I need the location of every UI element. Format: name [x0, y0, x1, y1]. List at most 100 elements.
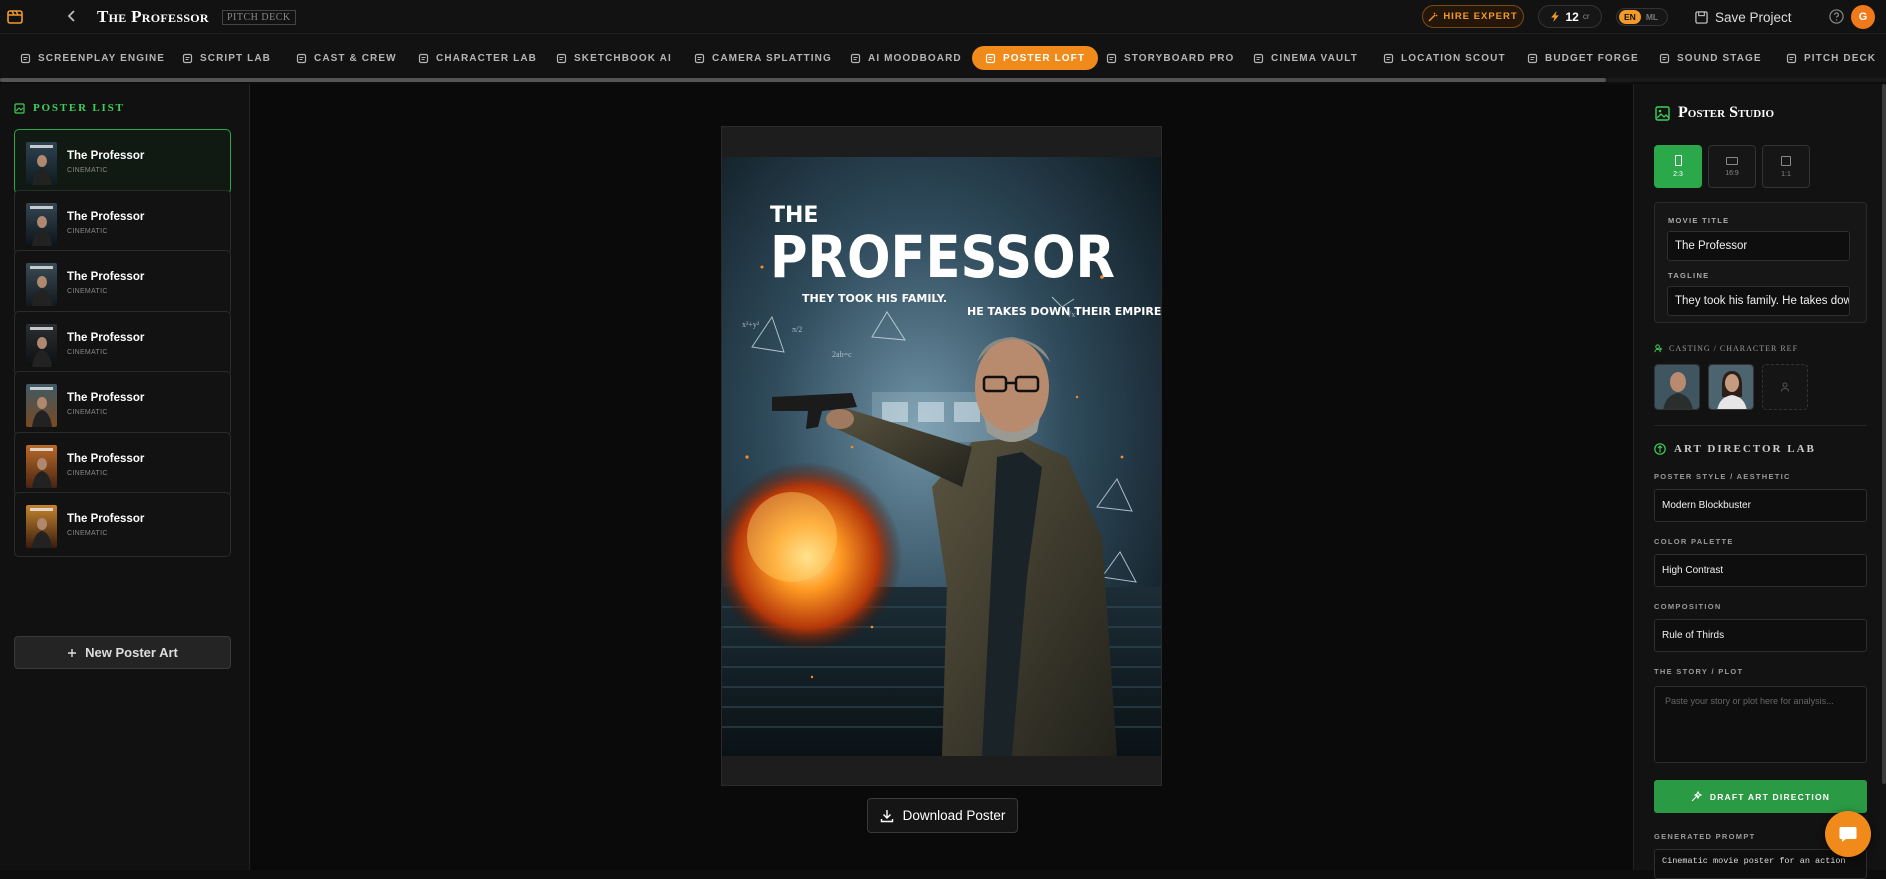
portrait-icon [1674, 155, 1682, 166]
story-plot-textarea[interactable]: Paste your story or plot here for analys… [1654, 686, 1867, 763]
nav-budget-forge[interactable]: BUDGET FORGE [1527, 46, 1639, 70]
poster-list-title: POSTER LIST [33, 102, 125, 114]
back-arrow-icon[interactable] [64, 8, 80, 24]
nav-storyboard-pro[interactable]: STORYBOARD PRO [1106, 46, 1234, 70]
lang-ml[interactable]: ML [1646, 12, 1658, 22]
poster-studio-title: Poster Studio [1678, 104, 1775, 121]
poster-canvas-area: x²+y²2ab=c √x∫f(x)π/2 THE [250, 84, 1633, 870]
language-toggle[interactable]: EN ML [1616, 8, 1668, 26]
poster-list-heading: POSTER LIST [14, 102, 125, 114]
new-poster-button[interactable]: New Poster Art [14, 636, 231, 669]
story-plot-label: THE STORY / PLOT [1654, 667, 1744, 676]
avatar-initial: G [1858, 11, 1868, 23]
pencil-icon [556, 53, 567, 63]
module-nav: SCREENPLAY ENGINE SCRIPT LAB CAST & CREW CH… [0, 34, 1886, 80]
download-poster-label: Download Poster [902, 808, 1006, 823]
cast-ref-add[interactable] [1762, 364, 1808, 410]
poster-style-select[interactable]: Modern Blockbuster [1654, 489, 1867, 522]
user-avatar[interactable]: G [1851, 5, 1875, 29]
hire-expert-label: HIRE EXPERT [1443, 11, 1518, 22]
poster-list-item[interactable]: The Professor CINEMATIC [14, 431, 231, 497]
poster-item-style: CINEMATIC [67, 530, 108, 537]
nav-sketchbook-ai[interactable]: SKETCHBOOK AI [556, 46, 672, 70]
poster-list-item[interactable]: The Professor CINEMATIC [14, 492, 231, 557]
nav-cinema-vault[interactable]: CINEMA VAULT [1253, 46, 1358, 70]
color-palette-select[interactable]: High Contrast [1654, 554, 1867, 587]
poster-list-item[interactable]: The Professor CINEMATIC [14, 371, 231, 436]
lang-en[interactable]: EN [1619, 10, 1641, 24]
hire-expert-button[interactable]: HIRE EXPERT [1422, 5, 1524, 28]
divider [1654, 425, 1867, 426]
nav-label: CHARACTER LAB [436, 52, 537, 64]
download-poster-button[interactable]: Download Poster [867, 798, 1018, 833]
nav-location-scout[interactable]: LOCATION SCOUT [1383, 46, 1506, 70]
pin-icon [1383, 53, 1394, 63]
nav-label: SCREENPLAY ENGINE [38, 52, 166, 64]
casting-heading: CASTING / CHARACTER REF [1654, 344, 1798, 353]
image-icon [1655, 105, 1670, 121]
wand-icon [1428, 12, 1438, 21]
film-icon [1106, 53, 1117, 63]
poster-tagline-left: THEY TOOK HIS FAMILY. [802, 292, 947, 305]
nav-pitch-deck[interactable]: PITCH DECK [1786, 46, 1876, 70]
color-palette-label: COLOR PALETTE [1654, 537, 1734, 546]
nav-cast-crew[interactable]: CAST & CREW [296, 46, 397, 70]
credits-count: 12 [1565, 9, 1579, 24]
poster-list-item[interactable]: The Professor CINEMATIC [14, 129, 231, 194]
studio-scrollbar[interactable] [1881, 84, 1886, 870]
poster-item-title: The Professor [67, 452, 145, 465]
poster-tagline-right: HE TAKES DOWN THEIR EMPIRE. [967, 305, 1161, 318]
credits-badge[interactable]: 12 cr [1538, 5, 1602, 28]
composition-label: COMPOSITION [1654, 602, 1722, 611]
poster-list-item[interactable]: The Professor CINEMATIC [14, 189, 231, 255]
nav-sound-stage[interactable]: SOUND STAGE [1659, 46, 1762, 70]
user-add-icon [1654, 344, 1663, 353]
tagline-input[interactable]: They took his family. He takes down thei… [1667, 286, 1850, 316]
cube-icon [1253, 53, 1264, 63]
nav-label: STORYBOARD PRO [1124, 52, 1235, 64]
draft-art-direction-button[interactable]: DRAFT ART DIRECTION [1654, 780, 1867, 813]
nav-character-lab[interactable]: CHARACTER LAB [418, 46, 537, 70]
poster-list-item[interactable]: The Professor CINEMATIC [14, 250, 231, 315]
nav-camera-splatting[interactable]: CAMERA SPLATTING [694, 46, 832, 70]
nav-script-lab[interactable]: SCRIPT LAB [182, 46, 271, 70]
poster-list-item[interactable]: The Professor CINEMATIC [14, 310, 231, 376]
poster-item-style: CINEMATIC [67, 348, 108, 356]
nav-scrollbar[interactable] [0, 78, 1886, 82]
ratio-1-1-button[interactable]: 1:1 [1762, 145, 1810, 188]
poster-studio-heading: Poster Studio [1655, 104, 1774, 122]
save-project-button[interactable]: Save Project [1695, 7, 1792, 27]
ratio-1-1-label: 1:1 [1781, 170, 1791, 178]
help-icon[interactable] [1829, 9, 1844, 24]
save-project-label: Save Project [1715, 9, 1792, 25]
poster-item-title: The Professor [67, 150, 145, 162]
cast-ref-1[interactable] [1654, 364, 1700, 410]
chat-icon [1839, 827, 1857, 842]
nav-label: SKETCHBOOK AI [574, 52, 672, 64]
poster-image[interactable]: x²+y²2ab=c √x∫f(x)π/2 THE [722, 157, 1161, 756]
nav-label: SOUND STAGE [1677, 52, 1762, 64]
nav-poster-loft[interactable]: POSTER LOFT [972, 46, 1099, 70]
ratio-16-9-label: 16:9 [1725, 169, 1739, 177]
svg-text:x²+y²: x²+y² [742, 320, 760, 329]
chat-button[interactable] [1825, 811, 1871, 857]
ratio-16-9-button[interactable]: 16:9 [1708, 145, 1756, 188]
poster-item-style: CINEMATIC [67, 288, 108, 295]
nav-screenplay-engine[interactable]: SCREENPLAY ENGINE [20, 46, 165, 70]
ratio-2-3-button[interactable]: 2:3 [1654, 145, 1702, 188]
nav-scrollbar-thumb[interactable] [0, 78, 1606, 82]
poster-thumbnail [26, 202, 57, 246]
studio-scrollbar-thumb[interactable] [1882, 84, 1886, 784]
nav-ai-moodboard[interactable]: AI MOODBOARD [850, 46, 962, 70]
draft-art-direction-label: DRAFT ART DIRECTION [1709, 791, 1831, 802]
top-bar: The Professor PITCH DECK HIRE EXPERT 12 … [0, 0, 1886, 34]
poster-item-title: The Professor [67, 271, 145, 283]
project-title: The Professor [97, 7, 209, 26]
logo-icon[interactable] [7, 8, 23, 24]
cast-ref-2[interactable] [1708, 364, 1754, 410]
casting-label: CASTING / CHARACTER REF [1669, 344, 1799, 353]
composition-select[interactable]: Rule of Thirds [1654, 619, 1867, 652]
poster-item-style: CINEMATIC [67, 409, 108, 416]
movie-title-input[interactable]: The Professor [1667, 231, 1850, 261]
nav-label: POSTER LOFT [1003, 52, 1086, 64]
